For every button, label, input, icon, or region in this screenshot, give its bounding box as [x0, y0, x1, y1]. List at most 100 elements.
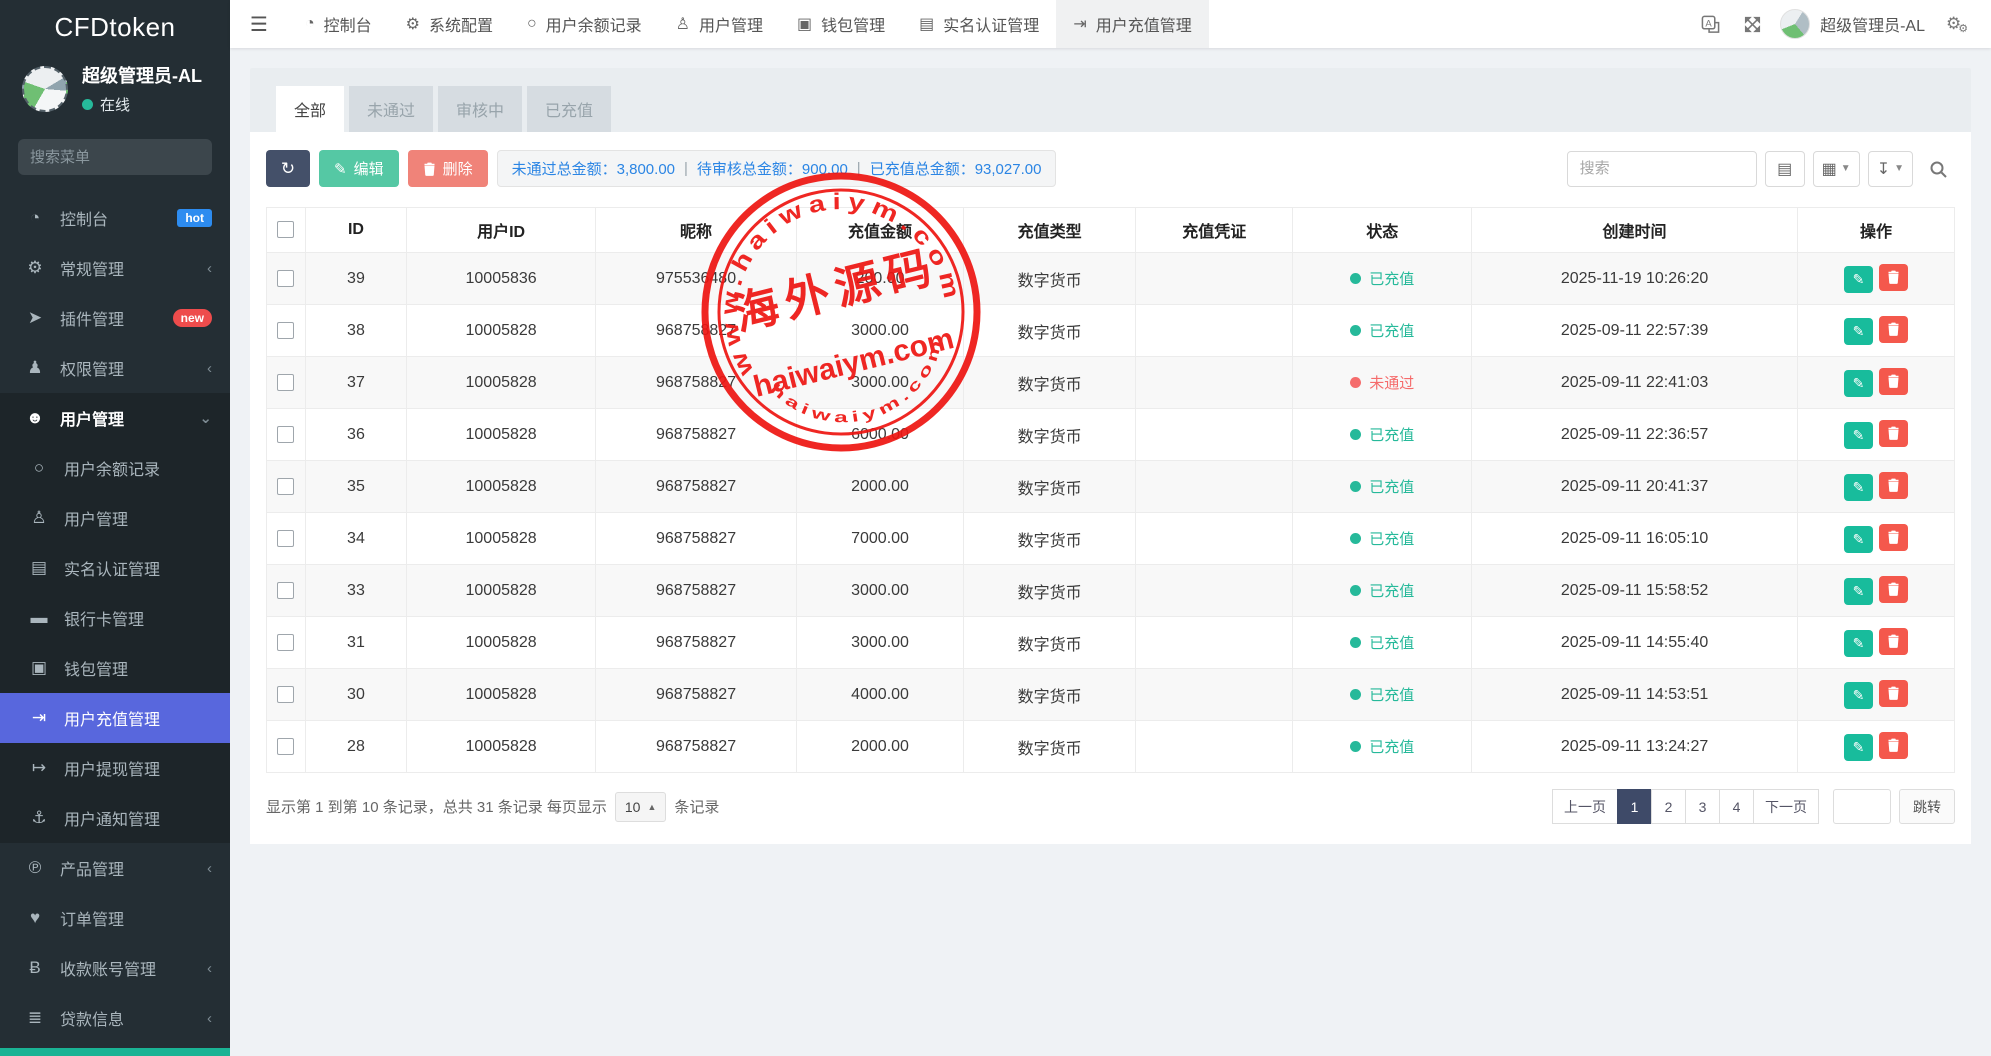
topnav-item-用户充值管理[interactable]: ⇥用户充值管理 — [1056, 0, 1208, 48]
fullscreen-icon[interactable] — [1732, 0, 1772, 48]
row-delete-button[interactable] — [1879, 576, 1908, 603]
user-panel: 超级管理员-AL 在线 — [0, 54, 230, 129]
sidebar-item-订单管理[interactable]: ♥订单管理 — [0, 893, 230, 943]
tab-全部[interactable]: 全部 — [276, 86, 344, 132]
row-delete-button[interactable] — [1879, 264, 1908, 291]
edit-button[interactable]: ✎编辑 — [319, 150, 399, 187]
row-checkbox[interactable] — [277, 270, 294, 287]
row-edit-button[interactable]: ✎ — [1844, 526, 1873, 553]
per-page-select[interactable]: 10▲ — [615, 792, 667, 822]
page-button-3[interactable]: 3 — [1685, 789, 1720, 824]
sidebar-item-钱包管理[interactable]: ▣钱包管理 — [0, 643, 230, 693]
topnav-item-实名认证管理[interactable]: ▤实名认证管理 — [902, 0, 1056, 48]
cell-id: 34 — [305, 513, 406, 565]
tab-已充值[interactable]: 已充值 — [527, 86, 611, 132]
tab-未通过[interactable]: 未通过 — [349, 86, 433, 132]
gears-icon: ⚙ — [24, 258, 46, 278]
row-edit-button[interactable]: ✎ — [1844, 630, 1873, 657]
sidebar-item-控制台[interactable]: ◔控制台hot — [0, 193, 230, 243]
topnav-item-钱包管理[interactable]: ▣钱包管理 — [780, 0, 902, 48]
row-delete-button[interactable] — [1879, 368, 1908, 395]
row-delete-button[interactable] — [1879, 680, 1908, 707]
sidebar-item-插件管理[interactable]: ➤插件管理new — [0, 293, 230, 343]
row-checkbox[interactable] — [277, 582, 294, 599]
sidebar-item-银行卡管理[interactable]: ▬银行卡管理 — [0, 593, 230, 643]
row-delete-button[interactable] — [1879, 420, 1908, 447]
hamburger-menu-icon[interactable]: ☰ — [230, 0, 288, 48]
export-button[interactable]: ↧▼ — [1868, 151, 1913, 187]
row-checkbox[interactable] — [277, 374, 294, 391]
page-button-4[interactable]: 4 — [1719, 789, 1754, 824]
row-delete-button[interactable] — [1879, 524, 1908, 551]
search-submit-button[interactable] — [1921, 151, 1955, 187]
row-checkbox[interactable] — [277, 530, 294, 547]
row-delete-button[interactable] — [1879, 732, 1908, 759]
row-checkbox[interactable] — [277, 634, 294, 651]
sidebar-item-产品管理[interactable]: ℗产品管理‹ — [0, 843, 230, 893]
status-label: 未通过 — [1369, 372, 1414, 393]
cell-voucher — [1136, 565, 1293, 617]
cell-nickname: 975536480 — [596, 253, 797, 305]
row-edit-button[interactable]: ✎ — [1844, 370, 1873, 397]
jump-page-input[interactable] — [1833, 789, 1891, 824]
sidebar-search-input[interactable] — [30, 149, 229, 166]
columns-button[interactable]: ▦▼ — [1813, 151, 1860, 187]
settings-gears-icon[interactable]: ⚙⚙ — [1937, 0, 1977, 48]
sidebar-item-收款账号管理[interactable]: Ƀ收款账号管理‹ — [0, 943, 230, 993]
delete-button[interactable]: 删除 — [408, 150, 488, 187]
sidebar-item-用户提现管理[interactable]: ↦用户提现管理 — [0, 743, 230, 793]
row-checkbox[interactable] — [277, 322, 294, 339]
sidebar-item-用户充值管理[interactable]: ⇥用户充值管理 — [0, 693, 230, 743]
topnav-item-用户管理[interactable]: ♙用户管理 — [659, 0, 780, 48]
view-toggle-button[interactable]: ▤ — [1765, 151, 1805, 187]
status-dot-icon — [1350, 533, 1361, 544]
content: 全部未通过审核中已充值 ↻ ✎编辑 删除 未通过总金额：3,800.00|待审核… — [230, 48, 1991, 1056]
status-tabs: 全部未通过审核中已充值 — [250, 68, 1971, 132]
row-edit-button[interactable]: ✎ — [1844, 422, 1873, 449]
topnav-username[interactable]: 超级管理员-AL — [1820, 12, 1925, 36]
cell-user-id: 10005828 — [407, 669, 596, 721]
recharge-table: ID用户ID昵称充值金额充值类型充值凭证状态创建时间操作 39100058369… — [266, 207, 1955, 773]
table-search-input[interactable] — [1567, 151, 1757, 187]
row-edit-button[interactable]: ✎ — [1844, 682, 1873, 709]
row-checkbox[interactable] — [277, 478, 294, 495]
select-all-checkbox[interactable] — [277, 221, 294, 238]
topnav-item-控制台[interactable]: ◔控制台 — [288, 0, 389, 48]
pager: 上一页 1234 下一页 跳转 — [1553, 789, 1955, 824]
sidebar-item-用户余额记录[interactable]: ○用户余额记录 — [0, 443, 230, 493]
sidebar-item-权限管理[interactable]: ♟权限管理‹ — [0, 343, 230, 393]
row-delete-button[interactable] — [1879, 316, 1908, 343]
cell-voucher — [1136, 513, 1293, 565]
row-delete-button[interactable] — [1879, 472, 1908, 499]
sidebar-item-用户管理[interactable]: ♙用户管理 — [0, 493, 230, 543]
sidebar-item-常规管理[interactable]: ⚙常规管理‹ — [0, 243, 230, 293]
sidebar-item-实名认证管理[interactable]: ▤实名认证管理 — [0, 543, 230, 593]
page-button-2[interactable]: 2 — [1651, 789, 1686, 824]
sidebar-item-贷款信息[interactable]: ≣贷款信息‹ — [0, 993, 230, 1043]
translate-icon[interactable]: A — [1690, 0, 1730, 48]
status-badge: 已充值 — [1350, 476, 1414, 497]
row-edit-button[interactable]: ✎ — [1844, 318, 1873, 345]
cell-type: 数字货币 — [964, 565, 1136, 617]
page-button-1[interactable]: 1 — [1617, 789, 1652, 824]
refresh-button[interactable]: ↻ — [266, 150, 310, 187]
cell-status: 已充值 — [1293, 513, 1472, 565]
topnav-item-用户余额记录[interactable]: ○用户余额记录 — [510, 0, 659, 48]
row-delete-button[interactable] — [1879, 628, 1908, 655]
prev-page-button[interactable]: 上一页 — [1552, 789, 1618, 824]
row-checkbox[interactable] — [277, 426, 294, 443]
tab-审核中[interactable]: 审核中 — [438, 86, 522, 132]
sidebar-item-用户管理[interactable]: ☻用户管理⌄ — [0, 393, 230, 443]
topnav-item-系统配置[interactable]: ⚙系统配置 — [389, 0, 510, 48]
row-edit-button[interactable]: ✎ — [1844, 266, 1873, 293]
topnav-avatar[interactable] — [1780, 9, 1810, 39]
cell-created: 2025-09-11 13:24:27 — [1472, 721, 1798, 773]
row-edit-button[interactable]: ✎ — [1844, 474, 1873, 501]
row-edit-button[interactable]: ✎ — [1844, 578, 1873, 605]
sidebar-item-用户通知管理[interactable]: ⚓用户通知管理 — [0, 793, 230, 843]
row-edit-button[interactable]: ✎ — [1844, 734, 1873, 761]
row-checkbox[interactable] — [277, 686, 294, 703]
next-page-button[interactable]: 下一页 — [1753, 789, 1819, 824]
row-checkbox[interactable] — [277, 738, 294, 755]
jump-button[interactable]: 跳转 — [1899, 789, 1955, 824]
